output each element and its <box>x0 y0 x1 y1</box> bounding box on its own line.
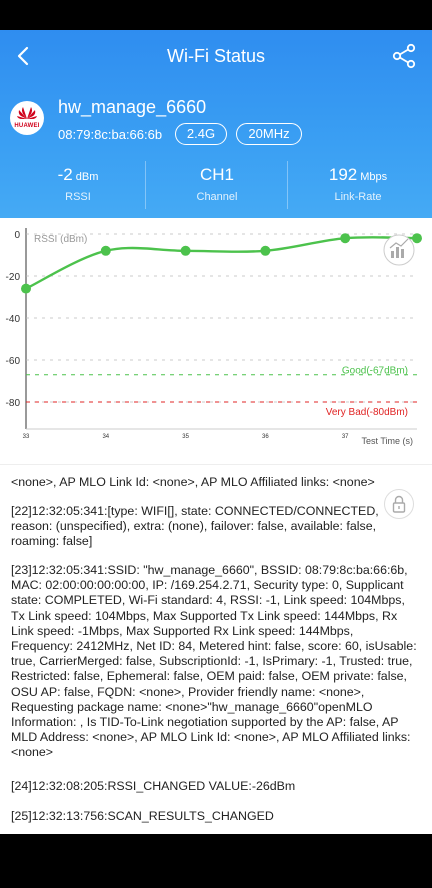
link-rate-stat: 192 Mbps Link-Rate <box>286 165 430 203</box>
link-rate-value: 192 <box>328 165 358 184</box>
share-button[interactable] <box>390 42 418 70</box>
rssi-data-point <box>100 245 111 256</box>
rssi-chart: Good(-67dBm) Very Bad(-80dBm) 0 -20 -40 -60 -… <box>0 218 432 464</box>
rssi-data-point <box>260 245 271 256</box>
channel-value: CH1 <box>199 165 234 184</box>
rssi-data-point <box>340 233 351 244</box>
x-tick-label: 36 <box>262 434 269 440</box>
logo-text: HUAWEI <box>14 123 40 129</box>
rssi-unit: dBm <box>75 171 99 183</box>
y-tick-label: -20 <box>6 272 21 283</box>
y-tick-label: -40 <box>6 314 21 325</box>
log-entry: [24]12:32:08:205:RSSI_CHANGED VALUE:-26d… <box>11 779 296 793</box>
y-axis-label: RSSI (dBm) <box>34 234 87 245</box>
page-title: Wi-Fi Status <box>166 46 265 66</box>
rssi-stat: -2 dBm RSSI <box>6 165 150 203</box>
rssi-data-point <box>412 233 422 244</box>
navigation-bar <box>0 834 432 888</box>
channel-stat: CH1 Channel <box>145 165 289 203</box>
x-tick-label: 33 <box>23 434 30 440</box>
link-rate-unit: Mbps <box>360 171 388 183</box>
rssi-data-point <box>180 245 191 256</box>
scroll-lock-button[interactable] <box>384 489 414 519</box>
log-entry: [23]12:32:05:341:SSID: "hw_manage_6660",… <box>11 563 417 760</box>
y-tick-label: 0 <box>14 230 20 241</box>
header: Wi-Fi Status HUAWEI hw_manage_6660 08:79… <box>0 30 432 218</box>
chart-tool-button[interactable] <box>383 234 415 266</box>
lock-icon <box>392 495 406 513</box>
status-bar <box>0 0 432 30</box>
rssi-chart-svg: Good(-67dBm) Very Bad(-80dBm) 0 -20 -40 -60 -… <box>6 228 422 446</box>
log-entry: [22]12:32:05:341:[type: WIFI[], state: C… <box>11 504 379 549</box>
bssid-label: 08:79:8c:ba:66:6b <box>58 127 163 142</box>
channel-label: Channel <box>196 191 238 203</box>
log-entry: [25]12:32:13:756:SCAN_RESULTS_CHANGED <box>11 809 274 823</box>
log-entry: <none>, AP MLO Link Id: <none>, AP MLO A… <box>11 475 375 489</box>
y-tick-label: -60 <box>6 356 21 367</box>
rssi-label: RSSI <box>65 191 91 203</box>
event-log[interactable]: <none>, AP MLO Link Id: <none>, AP MLO A… <box>0 464 432 835</box>
huawei-logo-icon <box>17 107 37 119</box>
good-threshold-label: Good(-67dBm) <box>342 366 408 377</box>
x-tick-label: 34 <box>102 434 109 440</box>
band-badge: 2.4G <box>175 123 227 145</box>
channel-width-badge: 20MHz <box>236 123 302 145</box>
x-axis-label: Test Time (s) <box>361 436 413 446</box>
very-bad-threshold-label: Very Bad(-80dBm) <box>326 407 408 418</box>
y-tick-label: -80 <box>6 398 21 409</box>
x-tick-label: 37 <box>342 434 349 440</box>
link-rate-label: Link-Rate <box>334 191 382 203</box>
router-logo: HUAWEI <box>10 101 44 135</box>
rssi-value: -2 <box>57 165 73 184</box>
ssid-label: hw_manage_6660 <box>58 97 207 117</box>
rssi-data-point <box>21 283 31 294</box>
share-icon <box>392 43 416 69</box>
x-tick-label: 35 <box>182 434 189 440</box>
